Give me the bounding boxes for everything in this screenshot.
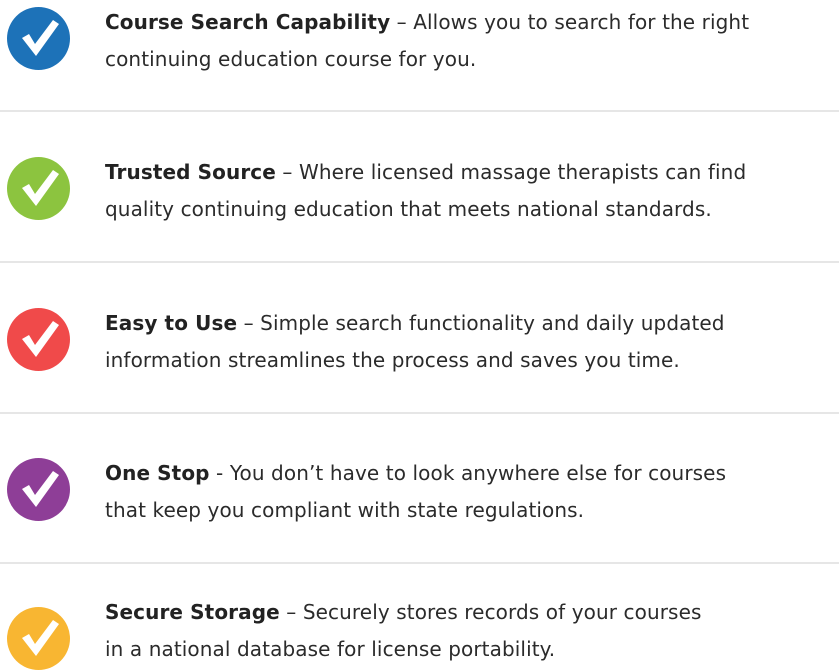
feature-text: Course Search Capability – Allows you to… [105, 4, 839, 78]
feature-title: Secure Storage [105, 600, 280, 624]
feature-line-1: Trusted Source – Where licensed massage … [105, 154, 839, 191]
check-circle-icon [7, 157, 70, 220]
divider [0, 412, 839, 414]
feature-separator: - [209, 461, 230, 485]
feature-easy-to-use: Easy to Use – Simple search functionalit… [0, 301, 839, 451]
check-circle-icon [7, 308, 70, 371]
feature-description: You don’t have to look anywhere else for… [229, 461, 727, 485]
feature-description: Securely stores records of your courses [302, 600, 702, 624]
check-circle-icon [7, 458, 70, 521]
divider [0, 261, 839, 263]
feature-line-2: continuing education course for you. [105, 47, 477, 71]
feature-title: Easy to Use [105, 311, 238, 335]
feature-title: Trusted Source [105, 160, 276, 184]
divider [0, 562, 839, 564]
feature-one-stop: One Stop - You don’t have to look anywhe… [0, 451, 839, 601]
check-circle-graphic [7, 157, 70, 220]
feature-description: Simple search functionality and daily up… [260, 311, 725, 335]
check-circle-icon [7, 607, 70, 670]
feature-line-1: Course Search Capability – Allows you to… [105, 4, 839, 41]
feature-separator: – [237, 311, 261, 335]
feature-title: One Stop [105, 461, 210, 485]
feature-separator: – [390, 10, 414, 34]
check-circle-graphic [7, 458, 70, 521]
feature-line-1: Easy to Use – Simple search functionalit… [105, 305, 839, 342]
check-circle-graphic [7, 607, 70, 670]
feature-separator: – [279, 600, 303, 624]
check-circle-graphic [7, 7, 70, 70]
feature-title: Course Search Capability [105, 10, 391, 34]
feature-line-1: Secure Storage – Securely stores records… [105, 594, 839, 631]
feature-text: Secure Storage – Securely stores records… [105, 594, 839, 668]
feature-text: One Stop - You don’t have to look anywhe… [105, 455, 839, 529]
feature-line-2: quality continuing education that meets … [105, 197, 712, 221]
feature-line-2: information streamlines the process and … [105, 348, 680, 372]
feature-text: Trusted Source – Where licensed massage … [105, 154, 839, 228]
feature-text: Easy to Use – Simple search functionalit… [105, 305, 839, 379]
feature-trusted-source: Trusted Source – Where licensed massage … [0, 150, 839, 300]
feature-list: Course Search Capability – Allows you to… [0, 0, 839, 671]
check-circle-icon [7, 7, 70, 70]
feature-secure-storage: Secure Storage – Securely stores records… [0, 600, 839, 671]
feature-course-search: Course Search Capability – Allows you to… [0, 0, 839, 150]
feature-line-2: that keep you compliant with state regul… [105, 498, 585, 522]
feature-description: Where licensed massage therapists can fi… [298, 160, 747, 184]
feature-line-1: One Stop - You don’t have to look anywhe… [105, 455, 839, 492]
feature-separator: – [275, 160, 299, 184]
feature-description: Allows you to search for the right [413, 10, 750, 34]
check-circle-graphic [7, 308, 70, 371]
divider [0, 110, 839, 112]
feature-line-2: in a national database for license porta… [105, 637, 556, 661]
